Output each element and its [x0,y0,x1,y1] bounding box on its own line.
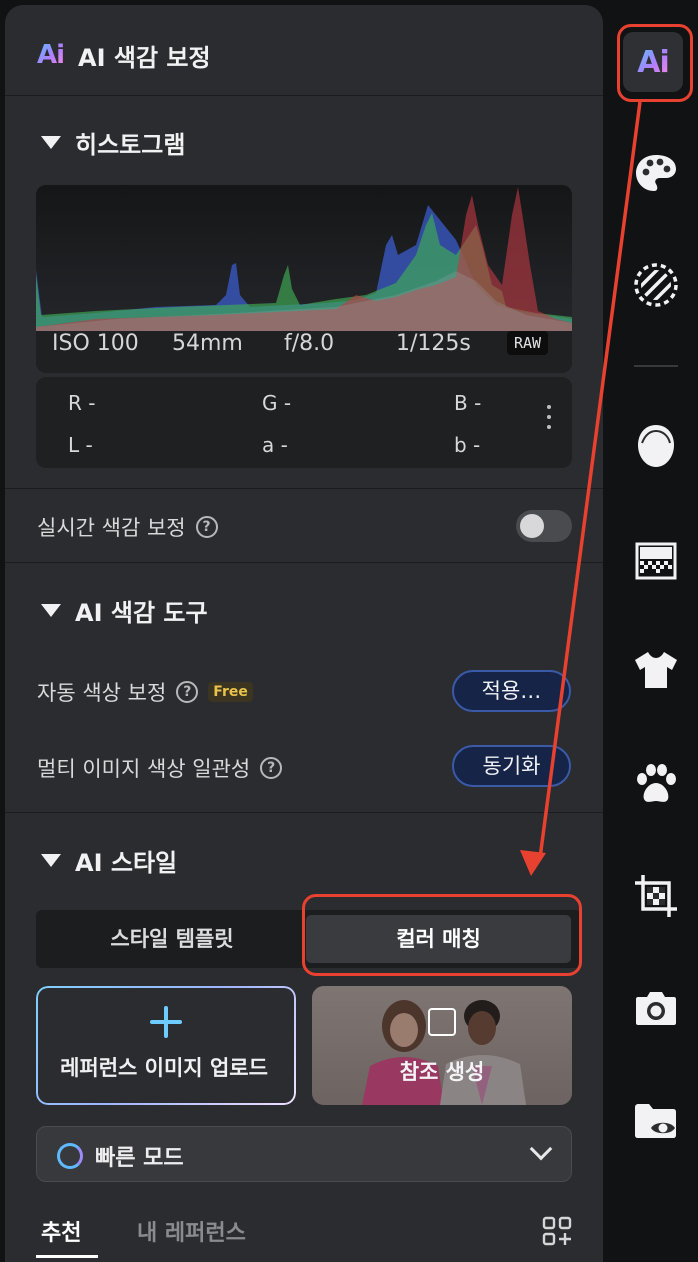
generate-reference-card[interactable]: 참조 생성 [312,986,572,1105]
tab-recommended[interactable]: 추천 [41,1215,81,1247]
a-value: a - [262,433,288,457]
speed-gauge-icon [57,1143,83,1169]
gradient-grid-icon [635,542,677,580]
palette-icon [636,155,676,191]
free-badge: Free [208,682,253,702]
histogram: ISO 100 54mm f/8.0 1/125s RAW [36,185,572,373]
iso-value: ISO 100 [52,331,139,356]
divider [5,488,603,489]
realtime-correction-row: 실시간 색감 보정 ? [37,512,218,542]
mode-label: 빠른 모드 [95,1146,184,1171]
multi-consistency-row: 멀티 이미지 색상 일관성 ? [37,753,283,783]
rail-divider [634,365,678,367]
b-lab-value: b - [454,433,481,457]
thumbnail-overlay [312,986,572,1105]
rail-clothing-button[interactable] [629,643,683,697]
help-icon[interactable]: ? [195,516,218,538]
collapse-triangle-icon [41,136,61,149]
plus-icon [150,1006,182,1038]
sync-button[interactable]: 동기화 [452,745,571,787]
l-value: L - [68,433,93,457]
ai-tools-heading: AI 색감 도구 [75,599,208,627]
shutter-value: 1/125s [396,331,471,356]
g-value: G - [262,391,292,415]
rail-pet-button[interactable] [629,757,683,811]
panel-title: AI 색감 보정 [78,43,211,72]
folder-eye-icon [635,1104,676,1138]
camera-icon [636,992,676,1025]
crop-icon [635,875,677,917]
tab-style-template[interactable]: 스타일 템플릿 [40,915,304,963]
upload-reference-card[interactable]: 레퍼런스 이미지 업로드 [38,988,294,1103]
rail-palette-button[interactable] [629,146,683,200]
divider [5,95,603,96]
focal-length-value: 54mm [172,331,243,356]
divider [5,812,603,813]
rail-face-button[interactable] [629,420,683,474]
tshirt-icon [635,652,677,688]
ai-style-section-toggle[interactable]: AI 스타일 [41,843,177,878]
panel-header: Ai AI 색감 보정 [37,35,211,75]
help-icon[interactable]: ? [176,681,199,703]
rail-camera-button[interactable] [629,981,683,1035]
auto-color-label: 자동 색상 보정 [37,681,167,705]
annotation-highlight-color-matching [302,894,582,976]
ai-style-heading: AI 스타일 [75,849,178,877]
ai-generate-image-icon [428,1008,456,1036]
auto-color-row: 자동 색상 보정 ? Free [37,677,253,707]
mode-dropdown[interactable]: 빠른 모드 [36,1126,572,1182]
auto-color-apply-button[interactable]: 적용… [452,670,571,712]
grid-add-icon[interactable] [542,1216,572,1246]
rail-folder-button[interactable] [629,1094,683,1148]
histogram-heading: 히스토그램 [75,131,186,159]
multi-consistency-label: 멀티 이미지 색상 일관성 [37,757,251,781]
histogram-graph [36,185,572,331]
tab-my-references[interactable]: 내 레퍼런스 [137,1215,246,1247]
face-icon [638,425,674,467]
help-icon[interactable]: ? [260,757,283,779]
color-values-box: R - G - B - L - a - b - [36,377,572,468]
toggle-knob [520,514,544,538]
exif-info: ISO 100 54mm f/8.0 1/125s RAW [36,331,572,365]
more-options-icon[interactable] [546,405,552,429]
b-value: B - [454,391,482,415]
rail-gradient-button[interactable] [629,534,683,588]
chevron-down-icon [529,1137,553,1161]
raw-badge: RAW [507,331,549,355]
collapse-triangle-icon [41,604,61,617]
upload-reference-label: 레퍼런스 이미지 업로드 [60,1056,268,1080]
ai-tools-section-toggle[interactable]: AI 색감 도구 [41,593,208,628]
annotation-highlight-ai-button [617,24,693,102]
rail-crop-button[interactable] [629,869,683,923]
color-correction-panel: Ai AI 색감 보정 히스토그램 ISO 100 54mm f/8.0 1/1… [5,5,603,1262]
ai-logo-icon: Ai [37,40,65,70]
realtime-correction-toggle[interactable] [516,510,572,542]
histogram-section-toggle[interactable]: 히스토그램 [41,125,185,160]
paw-icon [637,764,676,802]
generate-reference-label: 참조 생성 [399,1060,485,1084]
r-value: R - [68,391,96,415]
divider [5,562,603,563]
hatch-circle-icon [634,263,678,307]
rail-hatch-button[interactable] [629,258,683,312]
realtime-correction-label: 실시간 색감 보정 [37,516,186,540]
collapse-triangle-icon [41,854,61,867]
active-tab-underline [36,1255,98,1258]
aperture-value: f/8.0 [284,331,335,356]
